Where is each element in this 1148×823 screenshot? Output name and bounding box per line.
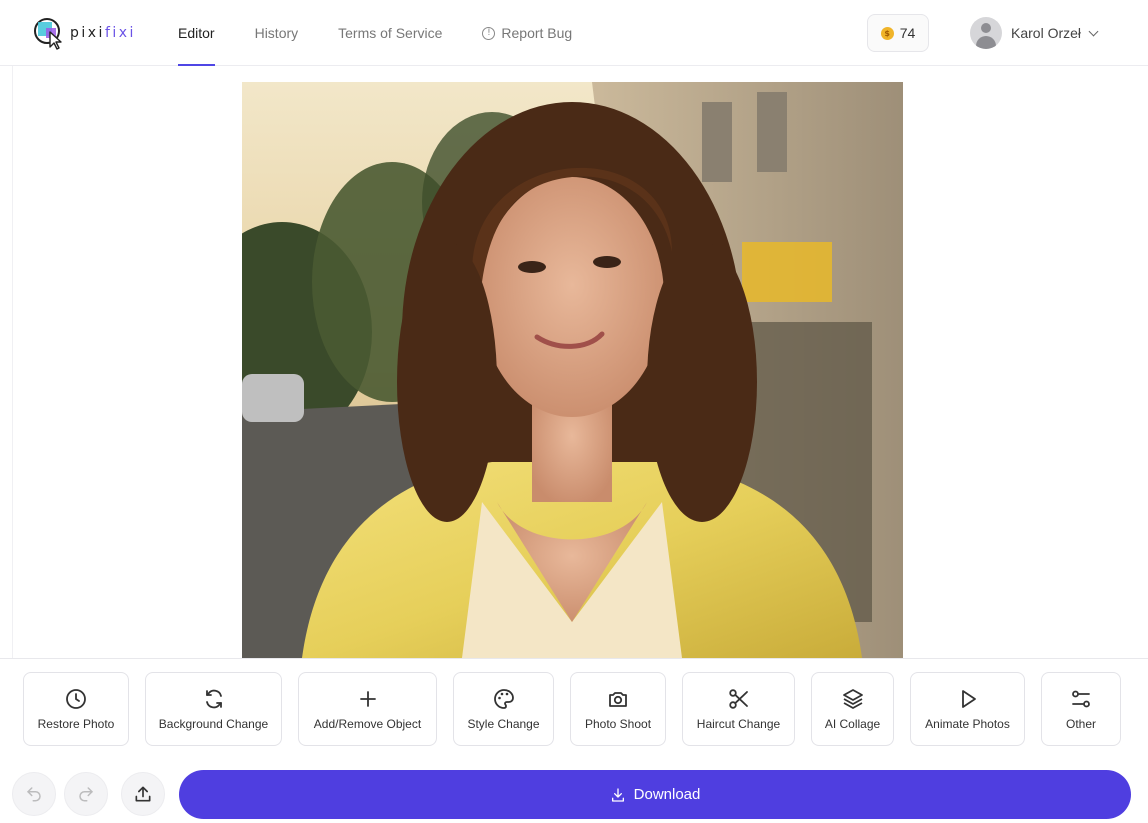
info-icon: !	[482, 26, 496, 40]
nav-report-bug[interactable]: ! Report Bug	[482, 0, 572, 66]
logo-mark-icon	[34, 18, 62, 50]
top-header: pixifixi Editor History Terms of Service…	[0, 0, 1148, 66]
logo-text-a: pixi	[70, 25, 105, 41]
credits-badge[interactable]: $ 74	[867, 14, 929, 52]
palette-icon	[493, 689, 514, 709]
redo-icon	[79, 787, 93, 802]
user-menu[interactable]: Karol Orzeł	[970, 16, 1099, 50]
plus-icon	[359, 691, 376, 707]
tool-background-change[interactable]: Background Change	[145, 672, 282, 746]
scissors-icon	[728, 689, 748, 709]
download-button[interactable]: Download	[179, 770, 1131, 819]
edited-photo[interactable]	[242, 82, 903, 658]
undo-button[interactable]	[12, 772, 56, 816]
tool-label: Other	[1065, 717, 1096, 731]
credits-count: 74	[899, 25, 916, 41]
tool-photo-shoot[interactable]: Photo Shoot	[570, 672, 666, 746]
tool-label: Restore Photo	[37, 717, 115, 731]
upload-button[interactable]	[121, 772, 165, 816]
layers-icon	[842, 689, 863, 709]
nav-terms-of-service[interactable]: Terms of Service	[338, 0, 442, 66]
undo-icon	[27, 787, 41, 802]
nav-editor[interactable]: Editor	[178, 0, 215, 66]
sliders-icon	[1072, 690, 1090, 708]
nav-history-label: History	[254, 25, 299, 41]
nav-history[interactable]: History	[255, 0, 299, 66]
tool-restore-photo[interactable]: Restore Photo	[23, 672, 129, 746]
camera-icon	[609, 692, 627, 707]
clock-icon	[66, 689, 86, 709]
refresh-icon	[205, 689, 222, 709]
tool-label: Add/Remove Object	[313, 717, 422, 731]
tool-add-remove-object[interactable]: Add/Remove Object	[298, 672, 437, 746]
tool-animate-photos[interactable]: Animate Photos	[910, 672, 1025, 746]
tool-style-change[interactable]: Style Change	[453, 672, 554, 746]
portrait-photo-image	[242, 82, 903, 658]
main-nav: Editor History Terms of Service ! Report…	[178, 0, 612, 66]
upload-icon	[135, 786, 151, 802]
pixifixi-logo[interactable]: pixifixi	[32, 14, 142, 52]
avatar-icon	[970, 17, 1002, 49]
user-name: Karol Orzeł	[1011, 25, 1082, 41]
download-icon	[611, 787, 624, 802]
tool-label: Background Change	[158, 717, 269, 731]
coin-icon: $	[880, 26, 894, 40]
tool-label: Haircut Change	[696, 717, 781, 731]
tool-label: AI Collage	[824, 717, 881, 731]
redo-button[interactable]	[64, 772, 108, 816]
nav-report-bug-label: Report Bug	[501, 25, 573, 41]
tool-haircut-change[interactable]: Haircut Change	[682, 672, 795, 746]
tool-label: Style Change	[467, 717, 540, 731]
chevron-down-icon	[1088, 26, 1099, 36]
tool-other[interactable]: Other	[1041, 672, 1121, 746]
play-icon	[961, 690, 976, 708]
download-label: Download	[633, 786, 701, 803]
nav-editor-label: Editor	[178, 25, 215, 41]
tool-label: Photo Shoot	[584, 717, 652, 731]
tool-label: Animate Photos	[925, 717, 1010, 731]
logo-text-b: fixi	[104, 25, 136, 41]
nav-terms-label: Terms of Service	[338, 25, 443, 41]
tool-ai-collage[interactable]: AI Collage	[811, 672, 894, 746]
